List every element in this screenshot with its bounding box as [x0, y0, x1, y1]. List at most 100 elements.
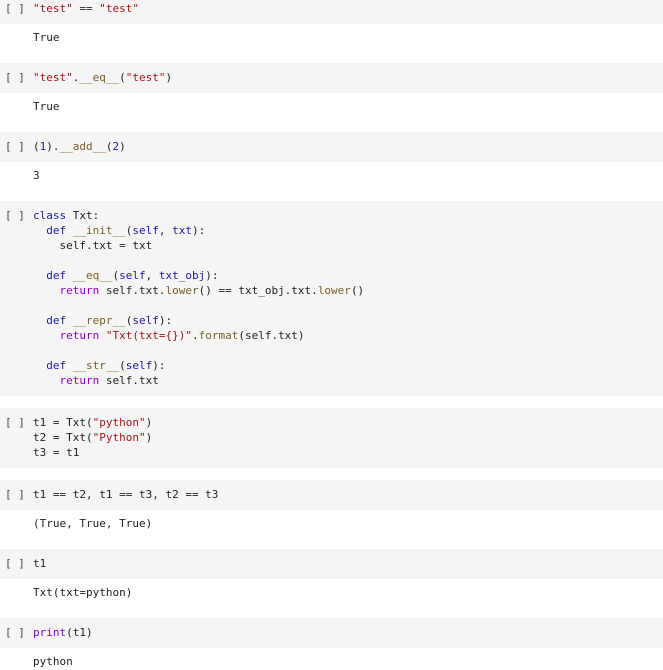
- code-token: ):: [152, 359, 166, 372]
- code-line[interactable]: print(t1): [33, 625, 663, 640]
- code-token: ).: [46, 140, 60, 153]
- cell-output: (True, True, True): [33, 517, 153, 530]
- cell-output: Txt(txt=python): [33, 586, 133, 599]
- code-token: __add__: [59, 140, 106, 153]
- code-token: self: [125, 359, 153, 372]
- code-token: def: [46, 314, 73, 327]
- cell-output: True: [33, 31, 60, 44]
- code-input[interactable]: [ ] print(t1): [0, 618, 663, 648]
- code-input[interactable]: [ ] t1 == t2, t1 == t3, t2 == t3: [0, 480, 663, 510]
- code-token: ): [145, 416, 153, 429]
- run-cell-button[interactable]: [ ]: [5, 70, 25, 85]
- code-token: "Txt(txt={})": [105, 329, 192, 342]
- run-cell-button[interactable]: [ ]: [5, 556, 25, 571]
- code-line[interactable]: t2 = Txt("Python"): [33, 430, 663, 445]
- code-token: ): [119, 140, 126, 153]
- code-token: self.txt.: [105, 284, 166, 297]
- code-line[interactable]: return self.txt: [33, 373, 663, 388]
- code-token: __init__: [72, 224, 126, 237]
- code-token: "test": [125, 71, 166, 84]
- code-token: t2 = Txt(: [33, 431, 93, 444]
- code-token: ,: [158, 224, 173, 237]
- code-token: return: [59, 284, 106, 297]
- code-editor[interactable]: (1).__add__(2): [33, 139, 663, 154]
- code-token: ,: [145, 269, 159, 282]
- code-line[interactable]: return self.txt.lower() == txt_obj.txt.l…: [33, 283, 663, 298]
- cell-output: 3: [33, 169, 40, 182]
- code-line[interactable]: [33, 253, 663, 268]
- code-token: t1 = Txt(: [33, 416, 93, 429]
- code-token: format: [198, 329, 239, 342]
- code-token: t1: [33, 557, 47, 570]
- code-token: self.txt: [105, 374, 159, 387]
- code-token: __repr__: [72, 314, 126, 327]
- code-editor[interactable]: print(t1): [33, 625, 663, 640]
- code-line[interactable]: class Txt:: [33, 208, 663, 223]
- code-editor[interactable]: t1: [33, 556, 663, 571]
- run-cell-button[interactable]: [ ]: [5, 1, 25, 16]
- code-token: return: [59, 329, 106, 342]
- code-line[interactable]: def __init__(self, txt):: [33, 223, 663, 238]
- code-line[interactable]: "test".__eq__("test"): [33, 70, 663, 85]
- code-line[interactable]: (1).__add__(2): [33, 139, 663, 154]
- code-token: def: [46, 224, 73, 237]
- code-token: print: [33, 626, 67, 639]
- code-token: self.txt = txt: [33, 239, 153, 252]
- code-token: .: [191, 329, 199, 342]
- code-token: lower: [165, 284, 199, 297]
- code-line[interactable]: t3 = t1: [33, 445, 663, 460]
- code-line[interactable]: t1 == t2, t1 == t3, t2 == t3: [33, 487, 663, 502]
- code-token: "python": [92, 416, 146, 429]
- code-token: __eq__: [72, 269, 113, 282]
- code-editor[interactable]: t1 == t2, t1 == t3, t2 == t3: [33, 487, 663, 502]
- run-cell-button[interactable]: [ ]: [5, 415, 25, 430]
- code-token: class: [33, 209, 73, 222]
- code-token: (t1): [66, 626, 93, 639]
- code-input[interactable]: [ ] t1: [0, 549, 663, 579]
- code-token: () == txt_obj.txt.: [198, 284, 318, 297]
- code-token: "Python": [92, 431, 146, 444]
- code-token: ==: [72, 2, 100, 15]
- code-token: (: [33, 140, 40, 153]
- code-line[interactable]: return "Txt(txt={})".format(self.txt): [33, 328, 663, 343]
- code-input[interactable]: [ ] class Txt: def __init__(self, txt): …: [0, 201, 663, 396]
- code-token: def: [46, 269, 73, 282]
- code-token: ):: [191, 224, 206, 237]
- code-token: t1 == t2, t1 == t3, t2 == t3: [33, 488, 219, 501]
- code-token: (): [350, 284, 365, 297]
- code-line[interactable]: def __repr__(self):: [33, 313, 663, 328]
- code-input[interactable]: [ ] t1 = Txt("python") t2 = Txt("Python")…: [0, 408, 663, 468]
- code-line[interactable]: t1 = Txt("python"): [33, 415, 663, 430]
- run-cell-button[interactable]: [ ]: [5, 208, 25, 223]
- code-editor[interactable]: class Txt: def __init__(self, txt): self…: [33, 208, 663, 388]
- run-cell-button[interactable]: [ ]: [5, 625, 25, 640]
- run-cell-button[interactable]: [ ]: [5, 139, 25, 154]
- code-input[interactable]: [ ] "test".__eq__("test"): [0, 63, 663, 93]
- code-line[interactable]: self.txt = txt: [33, 238, 663, 253]
- code-line[interactable]: [33, 343, 663, 358]
- code-line[interactable]: def __str__(self):: [33, 358, 663, 373]
- code-line[interactable]: "test" == "test": [33, 1, 663, 16]
- code-line[interactable]: [33, 298, 663, 313]
- code-token: self: [132, 224, 159, 237]
- code-token: ): [165, 71, 173, 84]
- code-input[interactable]: [ ] "test" == "test": [0, 0, 663, 24]
- cell-output: True: [33, 100, 60, 113]
- code-editor[interactable]: t1 = Txt("python") t2 = Txt("Python") t3 =…: [33, 415, 663, 460]
- code-input[interactable]: [ ] (1).__add__(2): [0, 132, 663, 162]
- code-token: "test": [99, 2, 139, 15]
- code-token: ):: [205, 269, 219, 282]
- notebook: [ ] "test" == "test" True [ ] "test".__e…: [0, 0, 663, 670]
- code-editor[interactable]: "test" == "test": [33, 1, 663, 16]
- code-line[interactable]: t1: [33, 556, 663, 571]
- run-cell-button[interactable]: [ ]: [5, 487, 25, 502]
- code-line[interactable]: def __eq__(self, txt_obj):: [33, 268, 663, 283]
- code-editor[interactable]: "test".__eq__("test"): [33, 70, 663, 85]
- code-token: self: [119, 269, 146, 282]
- code-token: Txt:: [72, 209, 100, 222]
